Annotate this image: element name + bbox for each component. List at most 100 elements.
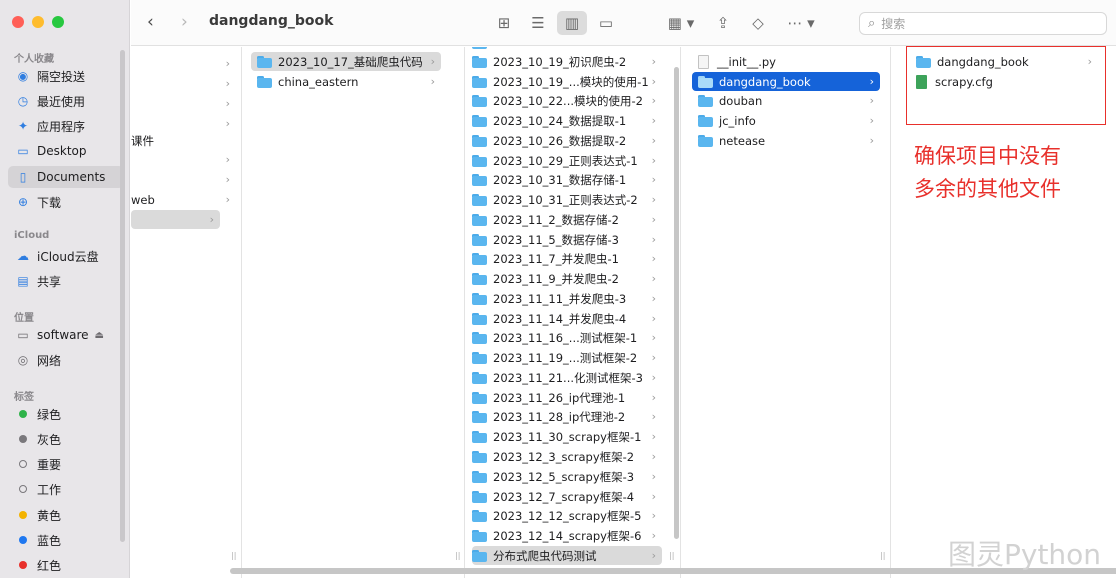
sidebar-tag-yellow[interactable]: 黄色	[8, 504, 124, 526]
folder-icon	[472, 94, 487, 107]
folder-icon	[472, 430, 487, 443]
folder-icon	[257, 75, 272, 88]
list-item[interactable]: 2023_11_16_...测试框架-1 ›	[472, 328, 662, 347]
list-item-selected[interactable]: 2023_10_17_基础爬虫代码 ›	[251, 52, 441, 71]
column-resize-handle[interactable]: ||	[669, 551, 674, 560]
list-item[interactable]: ›	[131, 74, 236, 93]
sidebar-item-desktop[interactable]: ▭ Desktop	[8, 140, 124, 162]
tag-button[interactable]: ◇	[743, 11, 773, 35]
list-item[interactable]: 2023_11_19_...测试框架-2 ›	[472, 348, 662, 367]
list-item[interactable]: 2023_12_14_scrapy框架-6 ›	[472, 526, 662, 545]
cloud-icon: ☁	[17, 249, 29, 263]
sidebar-tag-red[interactable]: 红色	[8, 554, 124, 576]
search-field[interactable]: ⌕ 搜索	[859, 12, 1107, 35]
list-item[interactable]: 2023_10_29_正则表达式-1 ›	[472, 151, 662, 170]
tag-icon: ◇	[752, 14, 764, 32]
list-view-button[interactable]: ☰	[523, 11, 553, 35]
list-item[interactable]: __init__.py	[692, 52, 880, 71]
sidebar-item-shared[interactable]: ▤ 共享	[8, 270, 124, 292]
list-item[interactable]: 2023_12_5_scrapy框架-3 ›	[472, 467, 662, 486]
sidebar-item-icloud-drive[interactable]: ☁ iCloud云盘	[8, 245, 124, 267]
list-item[interactable]: jc_info ›	[692, 111, 880, 130]
list-item[interactable]: 2023_10_19_...模块的使用-1 ›	[472, 72, 662, 91]
list-item[interactable]: 2023_11_7_并发爬虫-1 ›	[472, 249, 662, 268]
folder-icon	[472, 134, 487, 147]
list-item[interactable]: 2023_11_26_ip代理池-1 ›	[472, 388, 662, 407]
minimize-window-button[interactable]	[32, 16, 44, 28]
chevron-right-icon: ›	[869, 75, 874, 88]
sidebar-tag-green[interactable]: 绿色	[8, 403, 124, 425]
chevron-right-icon: ›	[651, 114, 656, 127]
column-resize-handle[interactable]: ||	[231, 551, 236, 560]
sidebar-item-software[interactable]: ▭ software ⏏	[8, 324, 124, 346]
folder-icon	[472, 410, 487, 423]
list-item[interactable]: 课件	[131, 131, 236, 150]
list-item[interactable]: 2023_11_5_数据存储-3 ›	[472, 230, 662, 249]
list-item[interactable]: 2023_11_21...化测试框架-3 ›	[472, 368, 662, 387]
annotation-line-1: 确保项目中没有	[914, 144, 1061, 168]
sidebar-item-airdrop[interactable]: ◉ 隔空投送	[8, 65, 124, 87]
sidebar-tag-work[interactable]: 工作	[8, 478, 124, 500]
sidebar-tag-gray[interactable]: 灰色	[8, 428, 124, 450]
list-item[interactable]: 2023_11_2_数据存储-2 ›	[472, 210, 662, 229]
tag-ring-icon	[19, 485, 27, 493]
sidebar-item-documents[interactable]: ▯ Documents	[8, 166, 124, 188]
group-button[interactable]: ▦ ▾	[661, 11, 701, 35]
folder-icon	[472, 75, 487, 88]
chevron-right-icon: ›	[651, 233, 656, 246]
sidebar-item-recents[interactable]: ◷ 最近使用	[8, 90, 124, 112]
list-item[interactable]: 2023_12_7_scrapy框架-4 ›	[472, 487, 662, 506]
folder-icon	[698, 94, 713, 107]
column-resize-handle[interactable]: ||	[880, 551, 885, 560]
list-item[interactable]: 2023_11_14_并发爬虫-4 ›	[472, 309, 662, 328]
zoom-window-button[interactable]	[52, 16, 64, 28]
list-item[interactable]: 2023_10_26_数据提取-2 ›	[472, 131, 662, 150]
column-5: dangdang_book › scrapy.cfg	[892, 47, 1116, 578]
column-resize-handle[interactable]: ||	[455, 551, 460, 560]
list-item[interactable]: 2023_10_22...模块的使用-2 ›	[472, 91, 662, 110]
list-item[interactable]: 2023_12_3_scrapy框架-2 ›	[472, 447, 662, 466]
column-1: › › › › 课件 › › web › › ||	[131, 47, 242, 578]
sidebar-item-applications[interactable]: ✦ 应用程序	[8, 115, 124, 137]
list-item[interactable]: 2023_12_12_scrapy框架-5 ›	[472, 506, 662, 525]
sidebar-tag-blue[interactable]: 蓝色	[8, 529, 124, 551]
columns-icon: ▥	[564, 14, 580, 32]
column-view-button[interactable]: ▥	[557, 11, 587, 35]
grid-icon: ⊞	[497, 14, 511, 32]
eject-icon[interactable]: ⏏	[95, 330, 104, 341]
list-item-selected[interactable]: ›	[131, 210, 220, 229]
list-item[interactable]: ›	[131, 170, 236, 189]
chevron-right-icon: ›	[209, 213, 214, 226]
list-item[interactable]: web ›	[131, 190, 236, 209]
list-item-selected[interactable]: 分布式爬虫代码测试 ›	[472, 546, 662, 565]
sidebar-tag-important[interactable]: 重要	[8, 453, 124, 475]
forward-icon[interactable]: ›	[181, 12, 188, 32]
back-icon[interactable]: ‹	[147, 12, 154, 32]
list-item[interactable]: 2023_10_31_数据存储-1 ›	[472, 170, 662, 189]
search-placeholder: 搜索	[881, 17, 906, 31]
list-item[interactable]: netease ›	[692, 131, 880, 150]
list-item[interactable]: 2023_11_9_并发爬虫-2 ›	[472, 269, 662, 288]
gallery-view-button[interactable]: ▭	[591, 11, 621, 35]
list-item[interactable]: 2023_10_31_正则表达式-2 ›	[472, 190, 662, 209]
list-item[interactable]: 2023_10_24_数据提取-1 ›	[472, 111, 662, 130]
share-button[interactable]: ⇪	[708, 11, 738, 35]
list-item[interactable]: 2023_11_11_并发爬虫-3 ›	[472, 289, 662, 308]
list-item[interactable]: ›	[131, 150, 236, 169]
list-item[interactable]: ›	[131, 54, 236, 73]
sidebar-item-downloads[interactable]: ⊕ 下载	[8, 191, 124, 213]
close-window-button[interactable]	[12, 16, 24, 28]
list-item[interactable]: china_eastern ›	[251, 72, 441, 91]
search-icon: ⌕	[868, 16, 876, 31]
list-item[interactable]: 2023_11_30_scrapy框架-1 ›	[472, 427, 662, 446]
list-item[interactable]: ›	[131, 94, 236, 113]
list-item[interactable]: douban ›	[692, 91, 880, 110]
icon-view-button[interactable]: ⊞	[489, 11, 519, 35]
list-item[interactable]: 2023_10_19_初识爬虫-2 ›	[472, 52, 662, 71]
column-scrollbar[interactable]	[674, 67, 679, 539]
sidebar-scrollbar[interactable]	[120, 50, 125, 542]
list-item-selected[interactable]: dangdang_book ›	[692, 72, 880, 91]
list-item[interactable]: 2023_11_28_ip代理池-2 ›	[472, 407, 662, 426]
sidebar-item-network[interactable]: ◎ 网络	[8, 349, 124, 371]
more-actions-button[interactable]: ⋯ ▾	[781, 11, 821, 35]
